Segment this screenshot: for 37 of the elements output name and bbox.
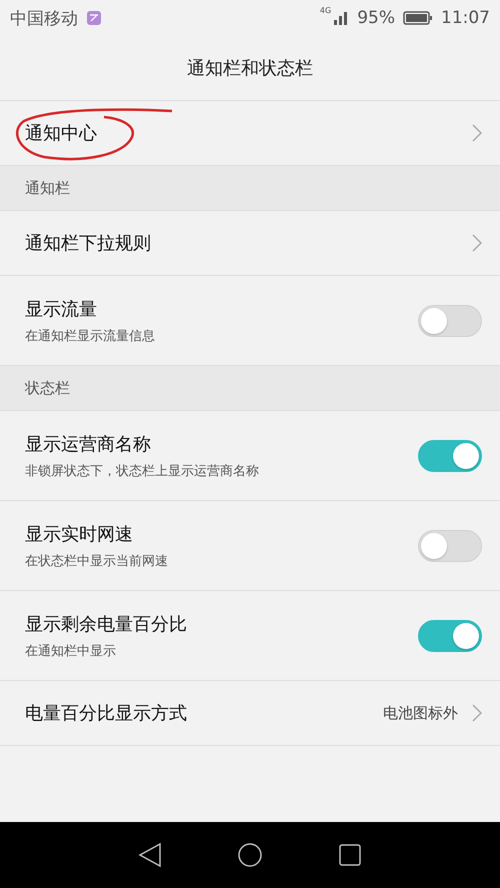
home-icon[interactable]: [236, 842, 263, 868]
row-label: 显示实时网速: [25, 522, 134, 546]
settings-row[interactable]: 电量百分比显示方式 电池图标外: [0, 681, 500, 746]
chevron-icon: [472, 124, 482, 142]
page-title: 通知栏和状态栏: [187, 57, 313, 80]
row-label: 显示流量: [25, 298, 98, 320]
row-subtitle: 在通知栏中显示: [25, 642, 117, 660]
section-header: 通知栏: [25, 178, 70, 198]
row-label: 电量百分比显示方式: [25, 702, 188, 725]
section-header: 状态栏: [25, 378, 70, 398]
clock: 11:07: [441, 8, 490, 28]
recent-apps-icon[interactable]: [338, 843, 362, 867]
row-subtitle: 非锁屏状态下，状态栏上显示运营商名称: [25, 462, 260, 480]
battery-icon: [403, 10, 433, 26]
toggle-switch[interactable]: [418, 304, 482, 336]
row-label: 显示运营商名称: [25, 432, 152, 456]
network-type: 4G: [320, 6, 332, 15]
settings-row[interactable]: 显示运营商名称 非锁屏状态下，状态栏上显示运营商名称: [0, 411, 500, 501]
signal-icon: [333, 10, 350, 26]
row-value: 电池图标外: [383, 704, 458, 722]
chevron-icon: [472, 704, 482, 722]
row-subtitle: 在状态栏中显示当前网速: [25, 552, 169, 570]
row-label: 通知栏下拉规则: [25, 232, 152, 255]
battery-percentage: 95%: [357, 8, 395, 28]
toggle-switch[interactable]: [418, 530, 482, 562]
settings-row[interactable]: 通知栏下拉规则: [0, 211, 500, 276]
settings-row[interactable]: 显示实时网速 在状态栏中显示当前网速: [0, 501, 500, 591]
row-label: 通知中心: [25, 122, 98, 145]
back-icon[interactable]: [138, 842, 162, 868]
app-notification-icon: [86, 10, 102, 26]
row-label: 显示剩余电量百分比: [25, 612, 188, 636]
settings-row[interactable]: 显示剩余电量百分比 在通知栏中显示: [0, 591, 500, 681]
row-subtitle: 在通知栏显示流量信息: [25, 328, 156, 344]
toggle-switch[interactable]: [418, 440, 482, 472]
toggle-switch[interactable]: [418, 620, 482, 652]
chevron-icon: [472, 234, 482, 252]
carrier-name: 中国移动: [10, 8, 78, 30]
